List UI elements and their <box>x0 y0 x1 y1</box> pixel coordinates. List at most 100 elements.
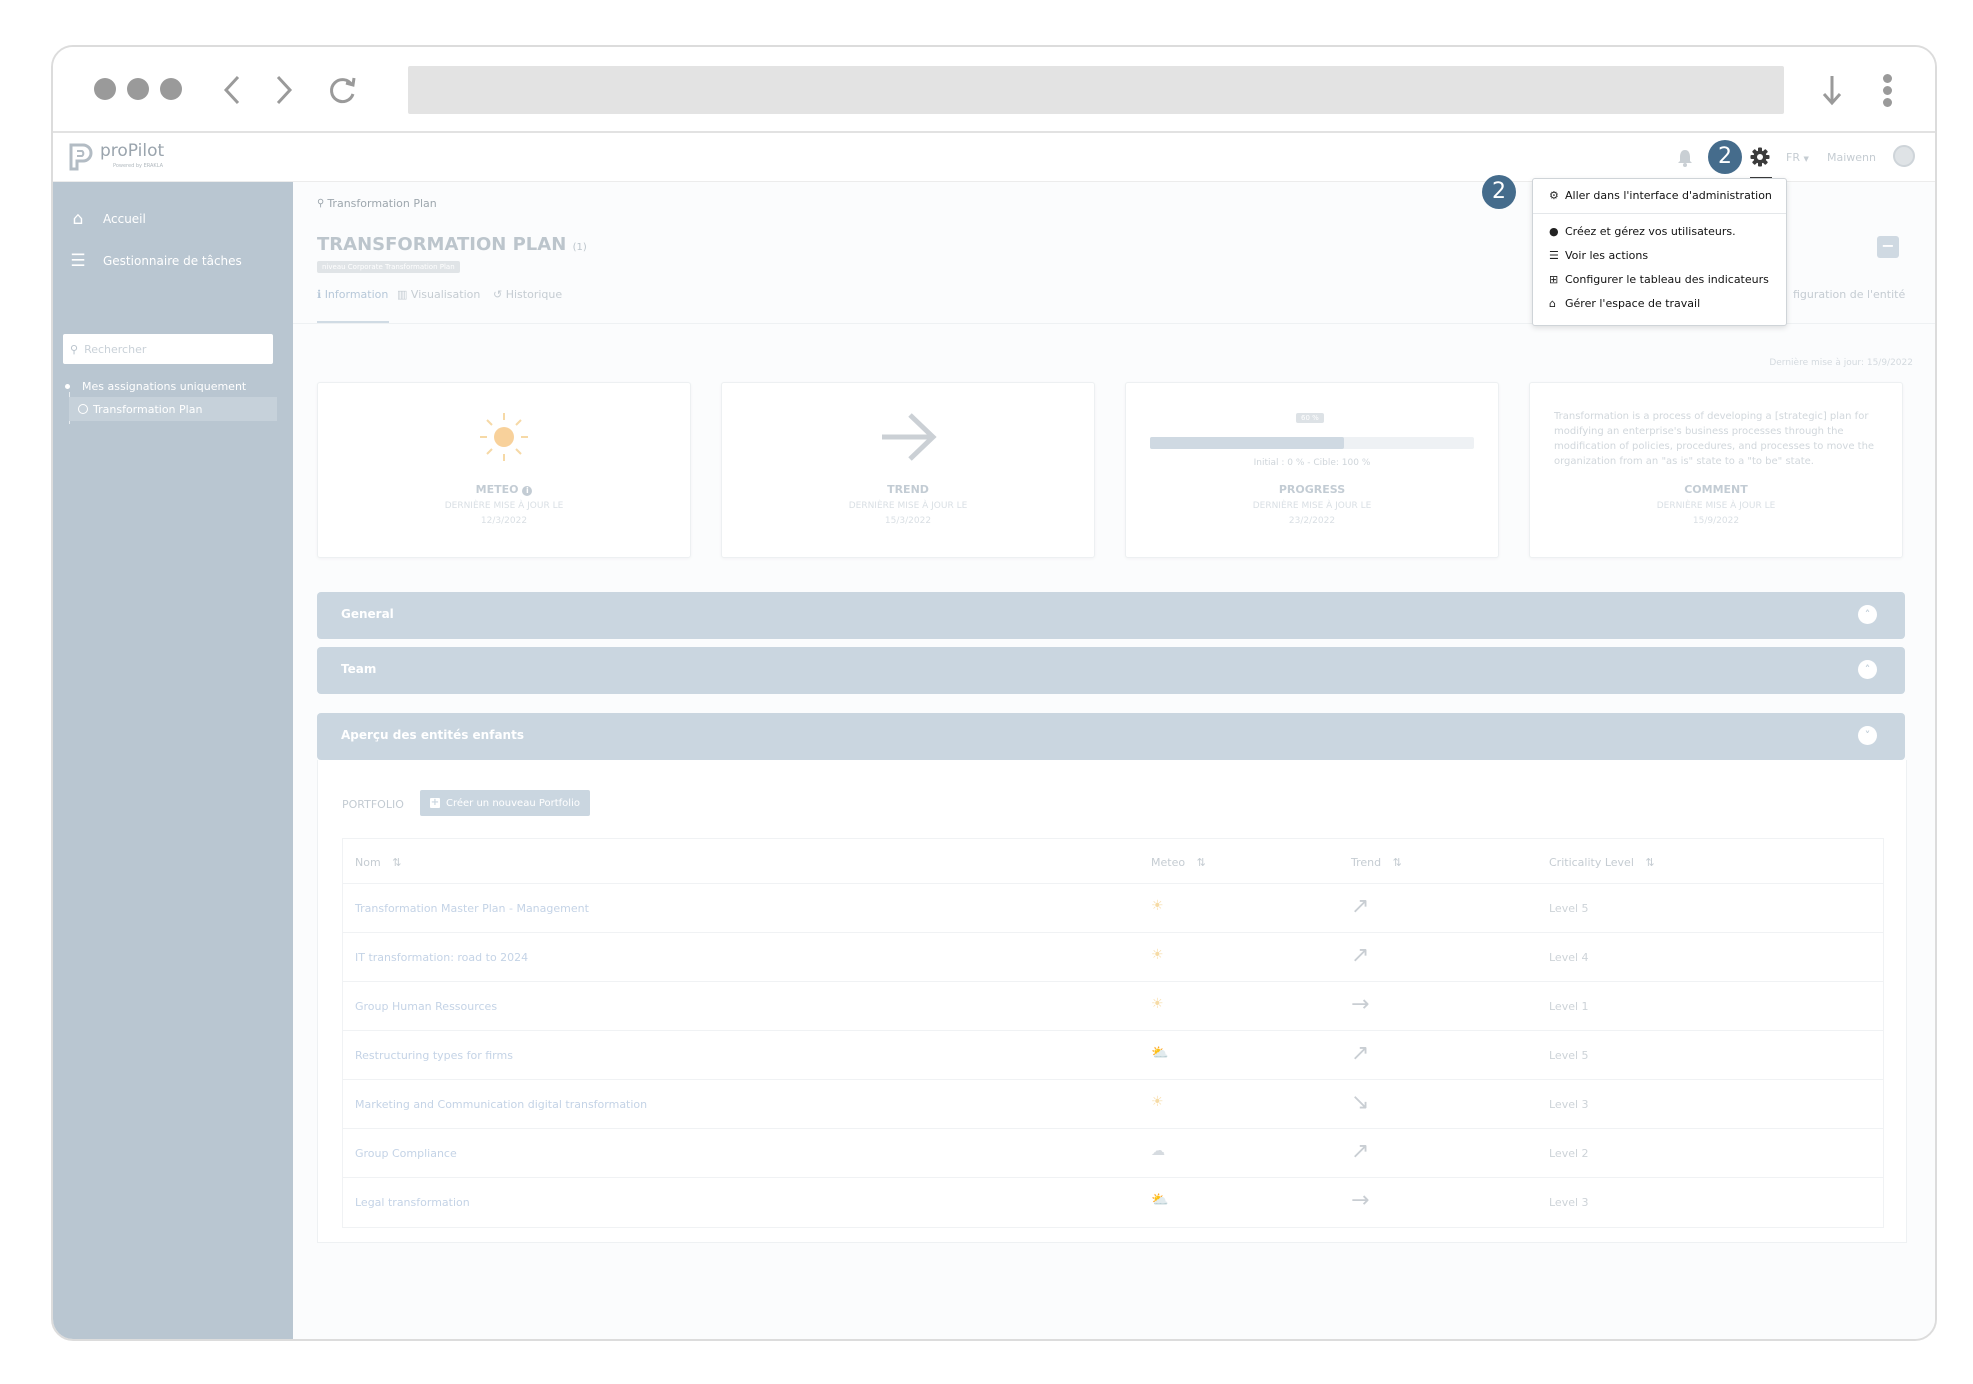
progress-tooltip: 60 % <box>1296 413 1324 423</box>
step-badge: 2 <box>1482 175 1516 209</box>
col-header-trend[interactable]: Trend ⇅ <box>1351 856 1402 869</box>
tab-label: Historique <box>505 288 563 301</box>
table-row[interactable]: Group Human Ressources ☀ → Level 1 <box>343 981 1883 1030</box>
table-row[interactable]: Legal transformation ⛅ → Level 3 <box>343 1177 1883 1226</box>
gear-icon[interactable] <box>1750 147 1770 167</box>
sort-icon[interactable]: ⇅ <box>1197 856 1206 869</box>
section-general[interactable]: General ˄ <box>317 592 1905 639</box>
chevron-down-icon[interactable]: ˅ <box>1858 726 1877 745</box>
table-row[interactable]: Marketing and Communication digital tran… <box>343 1079 1883 1128</box>
table-row[interactable]: Transformation Master Plan - Management … <box>343 883 1883 932</box>
tab-label: Information <box>324 288 389 301</box>
row-name-link[interactable]: Group Human Ressources <box>355 1000 497 1013</box>
sun-icon: ☀ <box>1151 996 1164 1012</box>
language-selector[interactable]: FR ▼ <box>1786 151 1809 164</box>
avatar[interactable] <box>1893 145 1915 167</box>
bell-icon[interactable] <box>1676 148 1694 168</box>
reload-icon[interactable] <box>326 73 358 107</box>
meteo-title: METEO i <box>318 483 690 496</box>
tasks-icon: ☰ <box>70 251 86 271</box>
section-children[interactable]: Aperçu des entités enfants ˅ <box>317 713 1905 760</box>
section-team[interactable]: Team ˄ <box>317 647 1905 694</box>
tree-item-transformation-plan[interactable]: Transformation Plan <box>69 397 277 421</box>
row-level: Level 4 <box>1549 951 1589 964</box>
chevron-up-icon[interactable]: ˄ <box>1858 605 1877 624</box>
row-name-link[interactable]: Group Compliance <box>355 1147 457 1160</box>
window-control-dot[interactable] <box>94 78 116 100</box>
chevron-up-icon[interactable]: ˄ <box>1858 660 1877 679</box>
download-icon[interactable] <box>1821 73 1843 107</box>
col-header-meteo[interactable]: Meteo ⇅ <box>1151 856 1206 869</box>
table-row[interactable]: Group Compliance ☁ ↗ Level 2 <box>343 1128 1883 1177</box>
meteo-title-text: METEO <box>475 483 519 496</box>
col-header-label: Criticality Level <box>1549 856 1634 869</box>
portfolio-table: Nom ⇅ Meteo ⇅ Trend ⇅ Criticality Level … <box>342 838 1884 1228</box>
children-panel: PORTFOLIO + Créer un nouveau Portfolio N… <box>317 760 1907 1243</box>
sort-icon[interactable]: ⇅ <box>392 856 401 869</box>
chart-icon: ▥ <box>397 288 408 301</box>
info-icon[interactable]: i <box>522 486 533 496</box>
window-control-dot[interactable] <box>160 78 182 100</box>
sort-icon[interactable]: ⇅ <box>1645 856 1654 869</box>
map-pin-icon: ⚲ <box>317 198 325 209</box>
sidebar-item-task-manager[interactable]: ☰ Gestionnaire de tâches <box>53 240 293 282</box>
col-header-label: Trend <box>1351 856 1382 869</box>
only-mine-toggle[interactable]: Mes assignations uniquement <box>65 380 246 393</box>
row-name-link[interactable]: Marketing and Communication digital tran… <box>355 1098 647 1111</box>
col-header-nom[interactable]: Nom ⇅ <box>355 856 401 869</box>
cloud-icon: ☁ <box>1151 1143 1165 1159</box>
info-icon: ℹ <box>317 288 322 301</box>
tab-configuration[interactable]: figuration de l'entité <box>1793 288 1905 301</box>
comment-sub: DERNIÈRE MISE À JOUR LE <box>1656 501 1776 511</box>
section-label: Aperçu des entités enfants <box>341 728 524 742</box>
menu-item-label: Aller dans l'interface d'administration <box>1565 189 1772 202</box>
tab-information[interactable]: ℹ Information <box>317 288 389 323</box>
page-title: TRANSFORMATION PLAN (1) <box>317 234 587 255</box>
meteo-sub: DERNIÈRE MISE À JOUR LE <box>444 501 564 511</box>
search-icon: ⚲ <box>70 342 79 356</box>
menu-dot[interactable] <box>1883 74 1892 83</box>
menu-item-label: Voir les actions <box>1565 249 1649 262</box>
sort-icon[interactable]: ⇅ <box>1393 856 1402 869</box>
tab-visualisation[interactable]: ▥ Visualisation <box>397 288 480 301</box>
arrow-right-icon <box>882 413 937 461</box>
row-name-link[interactable]: IT transformation: road to 2024 <box>355 951 528 964</box>
tab-historique[interactable]: ↺ Historique <box>493 288 562 301</box>
create-portfolio-button[interactable]: + Créer un nouveau Portfolio <box>420 790 590 816</box>
menu-dot[interactable] <box>1883 98 1892 107</box>
menu-item-actions[interactable]: ☰ Voir les actions <box>1549 249 1648 262</box>
sun-icon <box>480 413 528 461</box>
row-name-link[interactable]: Restructuring types for firms <box>355 1049 513 1062</box>
menu-item-indicators[interactable]: ⊞ Configurer le tableau des indicateurs <box>1549 273 1769 286</box>
forward-icon[interactable] <box>274 74 294 106</box>
table-row[interactable]: Restructuring types for firms ⛅ ↗ Level … <box>343 1030 1883 1079</box>
table-row[interactable]: IT transformation: road to 2024 ☀ ↗ Leve… <box>343 932 1883 981</box>
breadcrumb: ⚲ Transformation Plan <box>317 197 437 210</box>
sun-icon: ☀ <box>1151 947 1164 963</box>
menu-item-workspace[interactable]: ⌂ Gérer l'espace de travail <box>1549 297 1700 310</box>
row-name-link[interactable]: Legal transformation <box>355 1196 470 1209</box>
col-header-criticality[interactable]: Criticality Level ⇅ <box>1549 856 1655 869</box>
sidebar-item-accueil[interactable]: ⌂ Accueil <box>53 198 293 240</box>
progress-sub: DERNIÈRE MISE À JOUR LE <box>1252 501 1372 511</box>
window-control-dot[interactable] <box>127 78 149 100</box>
collapse-button[interactable]: − <box>1877 236 1899 258</box>
row-level: Level 2 <box>1549 1147 1589 1160</box>
back-icon[interactable] <box>222 74 242 106</box>
user-name[interactable]: Maiwenn <box>1827 151 1876 164</box>
trend-arrow-icon: → <box>1351 992 1370 1017</box>
comment-text: Transformation is a process of developin… <box>1554 411 1875 467</box>
row-name-link[interactable]: Transformation Master Plan - Management <box>355 902 589 915</box>
sidebar-search[interactable]: ⚲ Rechercher <box>63 334 273 364</box>
col-header-label: Meteo <box>1151 856 1186 869</box>
page-title-count: (1) <box>572 242 587 253</box>
menu-item-users[interactable]: ● Créez et gérez vos utilisateurs. <box>1549 225 1736 238</box>
breadcrumb-item[interactable]: Transformation Plan <box>327 197 436 210</box>
plus-square-icon: + <box>430 797 440 808</box>
menu-dot[interactable] <box>1883 86 1892 95</box>
row-level: Level 3 <box>1549 1098 1589 1111</box>
meteo-card: METEO i DERNIÈRE MISE À JOUR LE 12/3/202… <box>317 382 691 558</box>
menu-item-admin[interactable]: ⚙ Aller dans l'interface d'administratio… <box>1549 189 1772 202</box>
comment-card: Transformation is a process of developin… <box>1529 382 1903 558</box>
address-bar[interactable] <box>408 66 1784 114</box>
